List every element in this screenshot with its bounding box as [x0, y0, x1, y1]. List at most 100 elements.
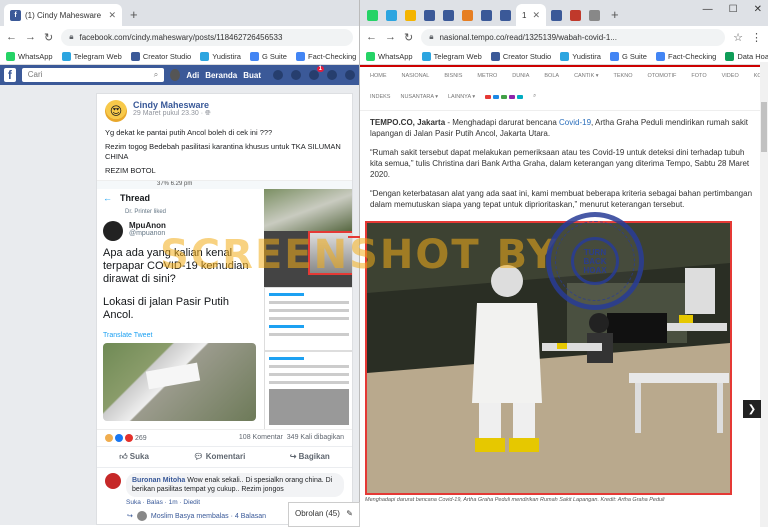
browser-tab[interactable]	[383, 4, 400, 26]
bookmark-item[interactable]: WhatsApp	[366, 51, 413, 61]
new-tab-icon[interactable]: +	[124, 7, 144, 26]
bookmark-item[interactable]: Creator Studio	[490, 51, 551, 61]
browser-tab[interactable]	[364, 4, 381, 26]
bookmark-item[interactable]: Telegram Web	[421, 51, 482, 61]
close-window-icon[interactable]: ✕	[754, 4, 762, 15]
compose-icon[interactable]: ✎	[346, 509, 353, 520]
nav-link[interactable]: Nasional	[402, 73, 430, 79]
nav-link[interactable]: Indeks	[370, 94, 390, 100]
browser-tab[interactable]	[402, 4, 419, 26]
tab-favicon-icon	[386, 9, 397, 21]
shares-count[interactable]: 349 Kali dibagikan	[287, 434, 344, 441]
minimize-icon[interactable]: —	[703, 4, 713, 15]
facebook-logo-icon[interactable]: f	[4, 68, 16, 82]
bookmark-item[interactable]: Yudistira	[560, 51, 601, 61]
home-link[interactable]: Beranda	[205, 71, 237, 80]
bookmark-item[interactable]: WhatsApp	[6, 51, 53, 61]
like-button[interactable]: 👍︎ Suka	[119, 452, 149, 462]
browser-tab[interactable]	[497, 4, 514, 26]
next-arrow-icon[interactable]: ❯	[743, 400, 761, 418]
browser-toolbar: ← → ↻ 🔒︎ facebook.com/cindy.maheswary/po…	[0, 26, 359, 48]
browser-tab[interactable]	[478, 4, 495, 26]
bookmark-item[interactable]: Creator Studio	[130, 51, 191, 61]
tab-strip: 1 ✕ + — ☐ ✕	[360, 0, 768, 26]
create-link[interactable]: Buat	[243, 71, 261, 80]
comments-count[interactable]: 108 Komentar	[239, 434, 283, 441]
browser-tab[interactable]	[459, 4, 476, 26]
browser-tab[interactable]	[548, 4, 565, 26]
tab-favicon-icon	[462, 9, 473, 21]
browser-tab[interactable]	[440, 4, 457, 26]
nav-link[interactable]: Cantik ▾	[574, 73, 598, 79]
menu-icon[interactable]: ⋮	[751, 31, 762, 44]
nav-link[interactable]: Bola	[544, 73, 559, 79]
nav-link[interactable]: Otomotif	[647, 73, 676, 79]
post-date[interactable]: 29 Maret pukul 23.30 · 🌐︎	[133, 110, 211, 118]
address-bar[interactable]: 🔒︎ facebook.com/cindy.maheswary/posts/11…	[61, 28, 353, 46]
back-icon[interactable]: ←	[6, 31, 17, 43]
commenter-name[interactable]: Buronan Mitoha	[132, 477, 185, 484]
tempo-tab[interactable]: 1 ✕	[516, 4, 546, 26]
nav-link[interactable]: Lainnya ▾	[448, 94, 475, 100]
lock-icon: 🔒︎	[69, 32, 74, 41]
post-author[interactable]: Cindy Mahesware	[133, 100, 211, 110]
browser-tab[interactable]	[567, 4, 584, 26]
facebook-tab[interactable]: f (1) Cindy Mahesware - Yg dekat ✕	[4, 4, 122, 26]
close-tab-icon[interactable]: ✕	[532, 10, 540, 21]
messenger-icon[interactable]	[291, 70, 301, 80]
avatar[interactable]	[170, 69, 181, 81]
tweet-handle: @mpuanon	[129, 230, 166, 237]
nav-link[interactable]: Tekno	[614, 73, 633, 79]
tab-strip: f (1) Cindy Mahesware - Yg dekat ✕ +	[0, 0, 359, 26]
nav-link[interactable]: Nusantara ▾	[400, 94, 438, 100]
scrollbar-thumb[interactable]	[761, 102, 767, 152]
bookmark-item[interactable]: Data Hoax.xlsx - Go...	[725, 51, 768, 61]
angry-icon	[125, 434, 133, 442]
search-icon[interactable]: ⌕	[154, 70, 158, 80]
nav-link[interactable]: Metro	[477, 73, 497, 79]
bookmark-icon	[490, 51, 500, 61]
forward-icon[interactable]: →	[25, 31, 36, 43]
bookmark-item[interactable]: G Suite	[249, 51, 287, 61]
back-icon[interactable]: ←	[366, 31, 377, 43]
chat-bar[interactable]: Obrolan (45) ✎	[288, 502, 360, 527]
author-avatar[interactable]: 😍︎	[105, 100, 127, 122]
commenter-avatar[interactable]	[105, 473, 121, 489]
article-paragraph: “Rumah sakit tersebut dapat melakukan pe…	[370, 148, 750, 179]
nav-link[interactable]: Foto	[691, 73, 706, 79]
post-image[interactable]: 37% 6.29 pm ← Thread Dr. Printer liked Mp…	[97, 180, 352, 430]
bookmark-item[interactable]: Yudistira	[200, 51, 241, 61]
share-button[interactable]: ↪ Bagikan	[290, 452, 330, 462]
bookmark-item[interactable]: Fact-Checking	[655, 51, 716, 61]
browser-tab[interactable]	[586, 4, 603, 26]
star-icon[interactable]: ☆	[733, 31, 743, 44]
nav-link[interactable]: Dunia	[512, 73, 529, 79]
reload-icon[interactable]: ↻	[44, 31, 53, 44]
social-icons[interactable]	[485, 94, 524, 99]
liked-by: Dr. Printer liked	[125, 209, 167, 215]
maximize-icon[interactable]: ☐	[729, 4, 738, 15]
facebook-search-input[interactable]: Cari ⌕	[21, 68, 165, 82]
scrollbar[interactable]	[760, 62, 768, 527]
bookmark-item[interactable]: G Suite	[609, 51, 647, 61]
nav-link[interactable]: Video	[722, 73, 739, 79]
address-bar[interactable]: 🔒︎ nasional.tempo.co/read/1325139/wabah-…	[421, 28, 726, 46]
search-icon[interactable]: ⌕	[533, 93, 536, 100]
account-menu-icon[interactable]	[345, 70, 355, 80]
notifications-icon[interactable]: 1	[309, 66, 324, 80]
covid-link[interactable]: Covid-19	[559, 118, 591, 127]
bookmark-item[interactable]: Fact-Checking	[295, 51, 356, 61]
comment-button[interactable]: 💬︎ Komentari	[193, 452, 245, 462]
reaction-summary[interactable]: 269	[105, 434, 147, 442]
nav-link[interactable]: Bisnis	[444, 73, 462, 79]
bookmark-item[interactable]: Telegram Web	[61, 51, 122, 61]
browser-tab[interactable]	[421, 4, 438, 26]
forward-icon[interactable]: →	[385, 31, 396, 43]
new-tab-icon[interactable]: +	[605, 7, 625, 26]
profile-link[interactable]: Adi	[186, 71, 199, 80]
help-icon[interactable]	[327, 70, 337, 80]
nav-link[interactable]: Home	[370, 73, 387, 79]
reload-icon[interactable]: ↻	[404, 31, 413, 44]
close-tab-icon[interactable]: ✕	[108, 10, 116, 21]
friends-icon[interactable]	[273, 70, 283, 80]
